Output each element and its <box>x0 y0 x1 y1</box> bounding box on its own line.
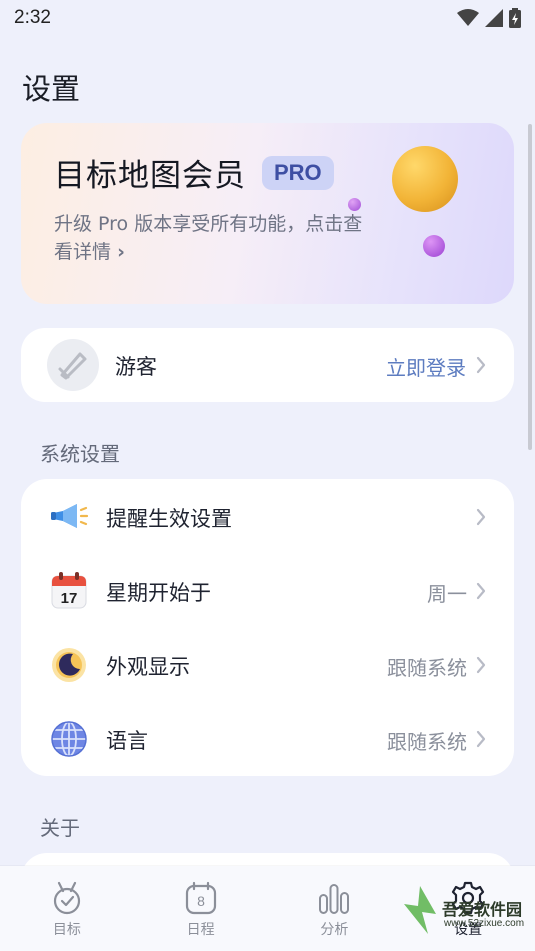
megaphone-icon <box>51 504 89 528</box>
avatar <box>47 339 99 391</box>
guest-name: 游客 <box>115 355 157 379</box>
scrollbar[interactable] <box>528 124 532 450</box>
moon-icon <box>52 648 86 682</box>
calendar-8-icon: 8 <box>185 881 216 915</box>
setting-row-week-start[interactable]: 17 星期开始于 周一 <box>21 553 514 627</box>
tab-analysis[interactable]: 分析 <box>268 866 402 951</box>
chevron-right-icon <box>476 656 486 674</box>
calendar-tab-day: 8 <box>197 893 205 909</box>
wifi-icon <box>457 9 479 26</box>
setting-label: 语言 <box>106 729 148 753</box>
system-settings-card: 提醒生效设置 17 星期开始于 周一 外观显示 跟随系统 语言 跟随系统 <box>21 479 514 776</box>
tab-label: 分析 <box>320 922 349 938</box>
chevron-right-icon <box>476 582 486 600</box>
status-time: 2:32 <box>14 7 51 28</box>
setting-label: 提醒生效设置 <box>106 507 232 531</box>
watermark-logo-icon <box>404 886 436 934</box>
watermark-text: 吾爱软件园 <box>442 900 523 919</box>
chevron-right-icon <box>476 508 486 526</box>
guest-avatar-icon <box>58 352 87 380</box>
calendar-icon: 17 <box>51 572 87 609</box>
setting-label: 外观显示 <box>106 655 190 679</box>
setting-label: 星期开始于 <box>106 581 211 605</box>
pro-badge: PRO <box>262 155 334 190</box>
purple-ball-decoration <box>423 235 445 257</box>
bar-chart-icon <box>319 884 350 914</box>
status-icons <box>457 8 521 28</box>
watermark: 吾爱软件园 www.52zixue.com <box>398 880 535 940</box>
pro-title: 目标地图会员 <box>54 158 246 194</box>
setting-row-appearance[interactable]: 外观显示 跟随系统 <box>21 627 514 701</box>
chevron-right-icon: › <box>117 241 125 263</box>
pro-description: 升级 Pro 版本享受所有功能，点击查看详情 › <box>54 210 374 266</box>
gold-ball-decoration <box>392 146 458 212</box>
pro-title-row: 目标地图会员 PRO <box>54 150 334 195</box>
watermark-url: www.52zixue.com <box>444 918 525 929</box>
battery-icon <box>509 8 521 28</box>
calendar-icon-day: 17 <box>61 590 78 607</box>
system-settings-heading: 系统设置 <box>40 442 120 466</box>
tab-goals[interactable]: 目标 <box>0 866 134 951</box>
globe-icon <box>51 721 87 757</box>
pro-membership-card[interactable]: 目标地图会员 PRO 升级 Pro 版本享受所有功能，点击查看详情 › <box>21 123 514 304</box>
status-bar: 2:32 <box>0 0 535 36</box>
tab-label: 目标 <box>52 922 81 938</box>
purple-dot-decoration <box>348 198 361 211</box>
tab-schedule[interactable]: 8 日程 <box>134 866 268 951</box>
page-title: 设置 <box>22 72 81 106</box>
setting-value: 跟随系统 <box>387 730 467 754</box>
guest-login-row[interactable]: 游客 立即登录 <box>21 328 514 402</box>
setting-row-language[interactable]: 语言 跟随系统 <box>21 701 514 775</box>
tab-label: 日程 <box>186 922 215 938</box>
setting-value: 周一 <box>427 582 467 606</box>
setting-row-reminder[interactable]: 提醒生效设置 <box>21 479 514 553</box>
chevron-right-icon <box>476 356 486 374</box>
login-link[interactable]: 立即登录 <box>386 352 466 381</box>
chevron-right-icon <box>476 730 486 748</box>
setting-value: 跟随系统 <box>387 656 467 680</box>
target-medal-icon <box>53 881 80 915</box>
pro-description-text: 升级 Pro 版本享受所有功能，点击查看详情 <box>54 213 363 263</box>
about-heading: 关于 <box>40 816 80 840</box>
signal-icon <box>485 9 503 27</box>
